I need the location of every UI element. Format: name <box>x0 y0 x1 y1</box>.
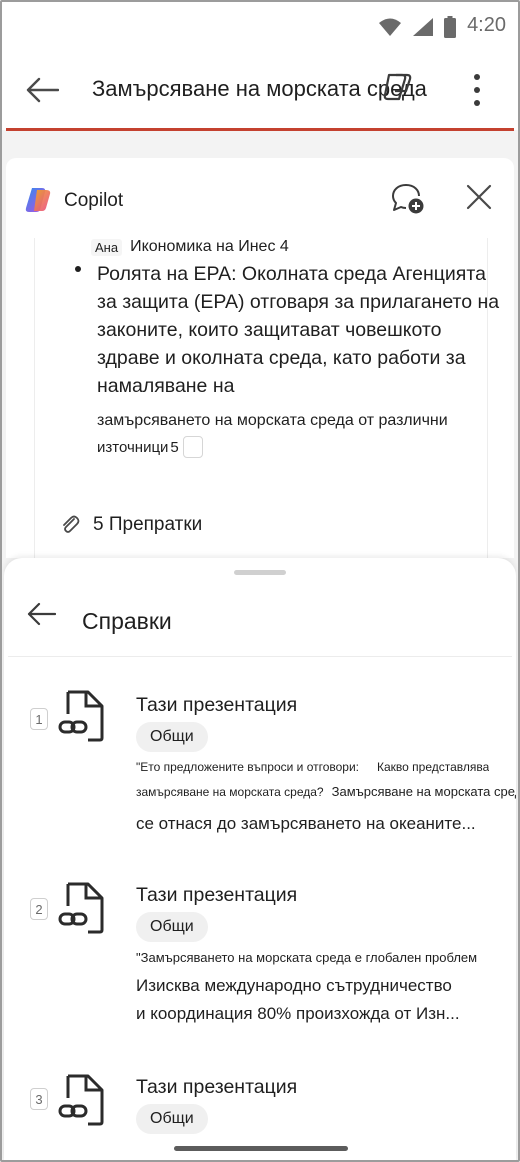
snippet-text: Какво представлява <box>377 760 490 774</box>
snippet-text: Замърсяване на морската среда <box>331 784 516 799</box>
citation-number[interactable]: 5 <box>170 439 178 456</box>
response-source-line: източници 5 <box>97 436 203 458</box>
copilot-title: Copilot <box>64 190 124 211</box>
reference-number: 3 <box>30 1088 48 1110</box>
reference-tag: Общи <box>136 912 208 942</box>
reference-snippet-line: "Ето предложените въпроси и отговори: Ка… <box>136 760 489 774</box>
more-options-button[interactable] <box>468 72 486 108</box>
citation-box[interactable] <box>182 436 203 458</box>
reference-tag: Общи <box>136 1104 208 1134</box>
reference-snippet-line: "Замърсяването на морската среда е глоба… <box>136 950 478 965</box>
sheet-title: Справки <box>82 608 172 634</box>
new-chat-button[interactable] <box>390 182 426 221</box>
linked-file-icon <box>58 688 110 749</box>
back-button[interactable] <box>22 72 62 108</box>
arrow-left-icon <box>26 77 59 103</box>
divider <box>8 656 512 657</box>
chat-response: Ана Икономика на Инес 4 Ролята на EPA: О… <box>34 238 499 558</box>
status-icons <box>378 16 456 38</box>
bullet-dot <box>75 266 81 272</box>
sheet-drag-handle[interactable] <box>234 570 286 575</box>
reference-snippet-line: Изисква международно сътрудничество <box>136 976 452 995</box>
reference-number: 1 <box>30 708 48 730</box>
status-time: 4:20 <box>467 14 506 36</box>
copilot-logo <box>24 186 52 219</box>
copilot-outline-icon <box>383 73 412 101</box>
references-label: 5 Препратки <box>93 514 203 535</box>
citation-row: Ана Икономика на Инес 4 <box>91 238 289 256</box>
app-bar: Замърсяване на морската среда <box>2 52 518 130</box>
phone-frame: 4:20 Замърсяване на морската среда Copil… <box>0 0 520 1162</box>
battery-icon <box>444 16 456 38</box>
status-bar: 4:20 <box>2 2 518 52</box>
home-indicator[interactable] <box>174 1146 348 1151</box>
reference-snippet-line: се отнася до замърсяването на океаните..… <box>136 814 476 833</box>
reference-title: Тази презентация <box>136 694 298 716</box>
copilot-pane: Copilot Ана Икономика на Инес 4 Ролята н… <box>6 158 514 558</box>
reference-number: 2 <box>30 898 48 920</box>
sheet-back-button[interactable] <box>26 602 57 631</box>
paperclip-icon <box>63 515 80 533</box>
response-paragraph-continued: замърсяването на морската среда от разли… <box>97 412 448 429</box>
response-source-text: източници <box>97 438 169 456</box>
background-gap <box>2 132 518 158</box>
signal-icon <box>413 18 433 36</box>
dot-icon <box>474 74 480 80</box>
close-icon <box>466 184 492 210</box>
references-sheet: Справки 1 Тази презентация Общи "Ето пре… <box>4 558 516 1160</box>
response-paragraph: Ролята на EPA: Околната среда Агенцията … <box>97 263 500 397</box>
document-title: Замърсяване на морската среда <box>92 76 427 101</box>
references-toggle[interactable]: 5 Препратки <box>59 514 202 536</box>
snippet-text: "Ето предложените въпроси и отговори: <box>136 760 360 774</box>
linked-file-icon <box>58 1072 110 1133</box>
linked-file-icon <box>58 880 110 941</box>
reference-snippet-line: и координация 80% произхожда от Изн... <box>136 1004 460 1023</box>
close-copilot-button[interactable] <box>466 184 492 215</box>
dot-icon <box>474 100 480 106</box>
header-accent-line <box>6 128 514 131</box>
reference-snippet-line: замърсяване на морската среда? Замърсява… <box>136 784 516 799</box>
dot-icon <box>474 87 480 93</box>
citation-chip[interactable]: Ана <box>91 238 123 256</box>
wifi-icon <box>379 18 401 36</box>
copilot-logo-icon <box>25 188 51 212</box>
copilot-app-button[interactable] <box>380 72 414 107</box>
arrow-left-icon <box>27 602 57 626</box>
reference-tag: Общи <box>136 722 208 752</box>
reference-title: Тази презентация <box>136 1076 298 1098</box>
snippet-text: замърсяване на морската среда? <box>136 785 324 799</box>
new-chat-icon <box>392 184 424 214</box>
citation-text: Икономика на Инес 4 <box>130 238 289 255</box>
reference-title: Тази презентация <box>136 884 298 906</box>
